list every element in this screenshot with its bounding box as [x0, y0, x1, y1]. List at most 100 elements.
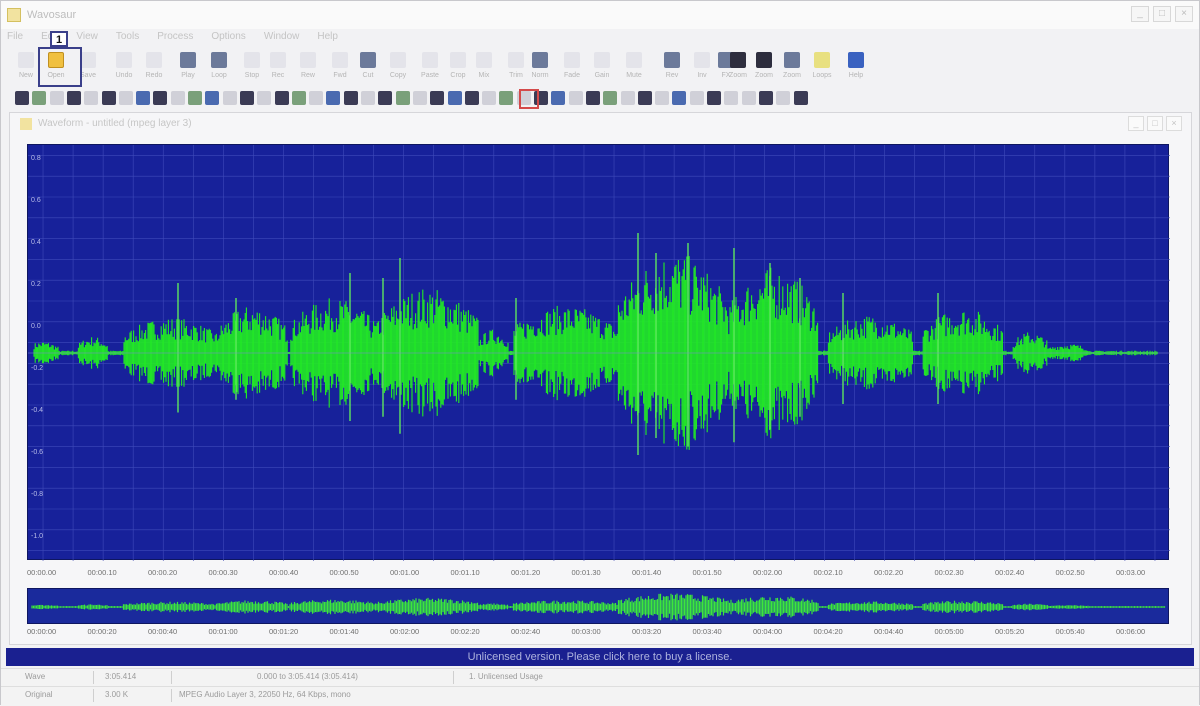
toolbar-button-paste[interactable]: Paste — [415, 48, 445, 86]
tool-25-icon[interactable] — [430, 91, 445, 105]
loops-icon — [814, 52, 830, 68]
tool-11-icon[interactable] — [188, 91, 202, 105]
menu-item-tools[interactable]: Tools — [116, 29, 139, 45]
toolbar-button-zoom[interactable]: Zoom — [777, 48, 807, 86]
toolbar-button-redo[interactable]: Redo — [139, 48, 169, 86]
tool-4-icon[interactable] — [66, 91, 81, 105]
menu-item-process[interactable]: Process — [157, 29, 193, 45]
time-label: 00:02.50 — [1055, 568, 1085, 577]
tool-35-icon[interactable] — [603, 91, 618, 105]
fade-icon — [564, 52, 580, 68]
tool-1-icon[interactable] — [15, 91, 29, 105]
toolbar-button-fwd[interactable]: Fwd — [325, 48, 355, 86]
tool-44-icon[interactable] — [758, 91, 773, 105]
tool-7-icon[interactable] — [118, 91, 133, 105]
toolbar-button-gain[interactable]: Gain — [587, 48, 617, 86]
tool-33-icon[interactable] — [568, 91, 583, 105]
doc-maximize-button[interactable]: □ — [1147, 116, 1163, 131]
tool-6-icon[interactable] — [101, 91, 116, 105]
toolbar-button-cut[interactable]: Cut — [353, 48, 383, 86]
overview-panel[interactable] — [27, 588, 1169, 624]
toolbar-button-rec[interactable]: Rec — [263, 48, 293, 86]
tool-42-icon[interactable] — [724, 91, 739, 105]
tool-10-icon[interactable] — [170, 91, 185, 105]
tool-22-icon[interactable] — [378, 91, 393, 105]
stop-icon — [244, 52, 260, 68]
toolbar-button-fade[interactable]: Fade — [557, 48, 587, 86]
tool-32-icon[interactable] — [551, 91, 566, 105]
tool-26-icon[interactable] — [447, 91, 462, 105]
status-label-original: Original — [25, 690, 53, 699]
maximize-button[interactable]: □ — [1153, 6, 1171, 22]
time-label: 00:00.10 — [87, 568, 117, 577]
redo-icon — [146, 52, 162, 68]
toolbar-button-help[interactable]: Help — [841, 48, 871, 86]
tool-17-icon[interactable] — [291, 91, 306, 105]
tool-21-icon[interactable] — [361, 91, 375, 105]
minimize-button[interactable]: _ — [1131, 6, 1149, 22]
menu-item-view[interactable]: View — [76, 29, 98, 45]
tool-19-icon[interactable] — [326, 91, 341, 105]
tool-38-icon[interactable] — [655, 91, 670, 105]
toolbar-button-new[interactable]: New — [11, 48, 41, 86]
tool-20-icon[interactable] — [343, 91, 358, 105]
tool-13-icon[interactable] — [222, 91, 237, 105]
tool-45-icon[interactable] — [776, 91, 791, 105]
tool-28-icon[interactable] — [482, 91, 497, 105]
menu-item-options[interactable]: Options — [211, 29, 245, 45]
toolbar-button-play[interactable]: Play — [173, 48, 203, 86]
overview-time-label: 00:04:20 — [813, 627, 843, 636]
tool-3-icon[interactable] — [49, 91, 64, 105]
app-logo-icon — [7, 8, 21, 22]
close-button[interactable]: × — [1175, 6, 1193, 22]
tool-40-icon[interactable] — [689, 91, 704, 105]
waveform-canvas[interactable]: 0.8 0.6 0.4 0.2 0.0 -0.2 -0.4 -0.6 -0.8 -1.0 — [28, 145, 1170, 561]
tool-2-icon[interactable] — [32, 91, 47, 105]
doc-close-button[interactable]: × — [1166, 116, 1182, 131]
toolbar-button-undo[interactable]: Undo — [109, 48, 139, 86]
tool-12-icon[interactable] — [205, 91, 220, 105]
tool-24-icon[interactable] — [412, 91, 427, 105]
toolbar-button-mix[interactable]: Mix — [469, 48, 499, 86]
tool-18-icon[interactable] — [309, 91, 324, 105]
tool-37-icon[interactable] — [637, 91, 652, 105]
tool-36-icon[interactable] — [620, 91, 635, 105]
amplitude-label: 0.2 — [31, 281, 41, 288]
tool-23-icon[interactable] — [395, 91, 410, 105]
toolbar-button-mute[interactable]: Mute — [619, 48, 649, 86]
toolbar-button-loops[interactable]: Loops — [807, 48, 837, 86]
overview-waveform[interactable] — [28, 589, 1170, 625]
toolbar-button-copy[interactable]: Copy — [383, 48, 413, 86]
tool-27-icon[interactable] — [464, 91, 479, 105]
status-bar: Wave 3:05.414 0.000 to 3:05.414 (3:05.41… — [1, 668, 1199, 706]
toolbar-button-zoom[interactable]: Zoom — [749, 48, 779, 86]
tool-34-icon[interactable] — [585, 91, 600, 105]
overview-time-label: 00:05:40 — [1055, 627, 1085, 636]
tool-41-icon[interactable] — [707, 91, 721, 105]
tool-29-icon[interactable] — [499, 91, 514, 105]
license-banner[interactable]: Unlicensed version. Please click here to… — [6, 648, 1194, 666]
menu-item-help[interactable]: Help — [317, 29, 338, 45]
time-label: 00:01.00 — [390, 568, 420, 577]
doc-minimize-button[interactable]: _ — [1128, 116, 1144, 131]
toolbar-button-norm[interactable]: Norm — [525, 48, 555, 86]
tool-39-icon[interactable] — [672, 91, 687, 105]
menu-item-file[interactable]: File — [7, 29, 23, 45]
menu-item-window[interactable]: Window — [264, 29, 300, 45]
time-label: 00:02.40 — [995, 568, 1025, 577]
tool-5-icon[interactable] — [84, 91, 99, 105]
tool-9-icon[interactable] — [153, 91, 168, 105]
tool-8-icon[interactable] — [136, 91, 151, 105]
tool-15-icon[interactable] — [257, 91, 272, 105]
tool-43-icon[interactable] — [741, 91, 756, 105]
tool-46-icon[interactable] — [793, 91, 808, 105]
tool-14-icon[interactable] — [239, 91, 254, 105]
toolbar-button-rev[interactable]: Rev — [657, 48, 687, 86]
toolbar-button-rew[interactable]: Rew — [293, 48, 323, 86]
tool-16-icon[interactable] — [274, 91, 289, 105]
zoom-icon — [756, 52, 772, 68]
waveform-view[interactable]: 0.8 0.6 0.4 0.2 0.0 -0.2 -0.4 -0.6 -0.8 -1.0 — [27, 144, 1170, 561]
toolbar-button-loop[interactable]: Loop — [204, 48, 234, 86]
overview-time-label: 00:00:00 — [27, 627, 57, 636]
amplitude-label: -0.6 — [31, 449, 43, 456]
